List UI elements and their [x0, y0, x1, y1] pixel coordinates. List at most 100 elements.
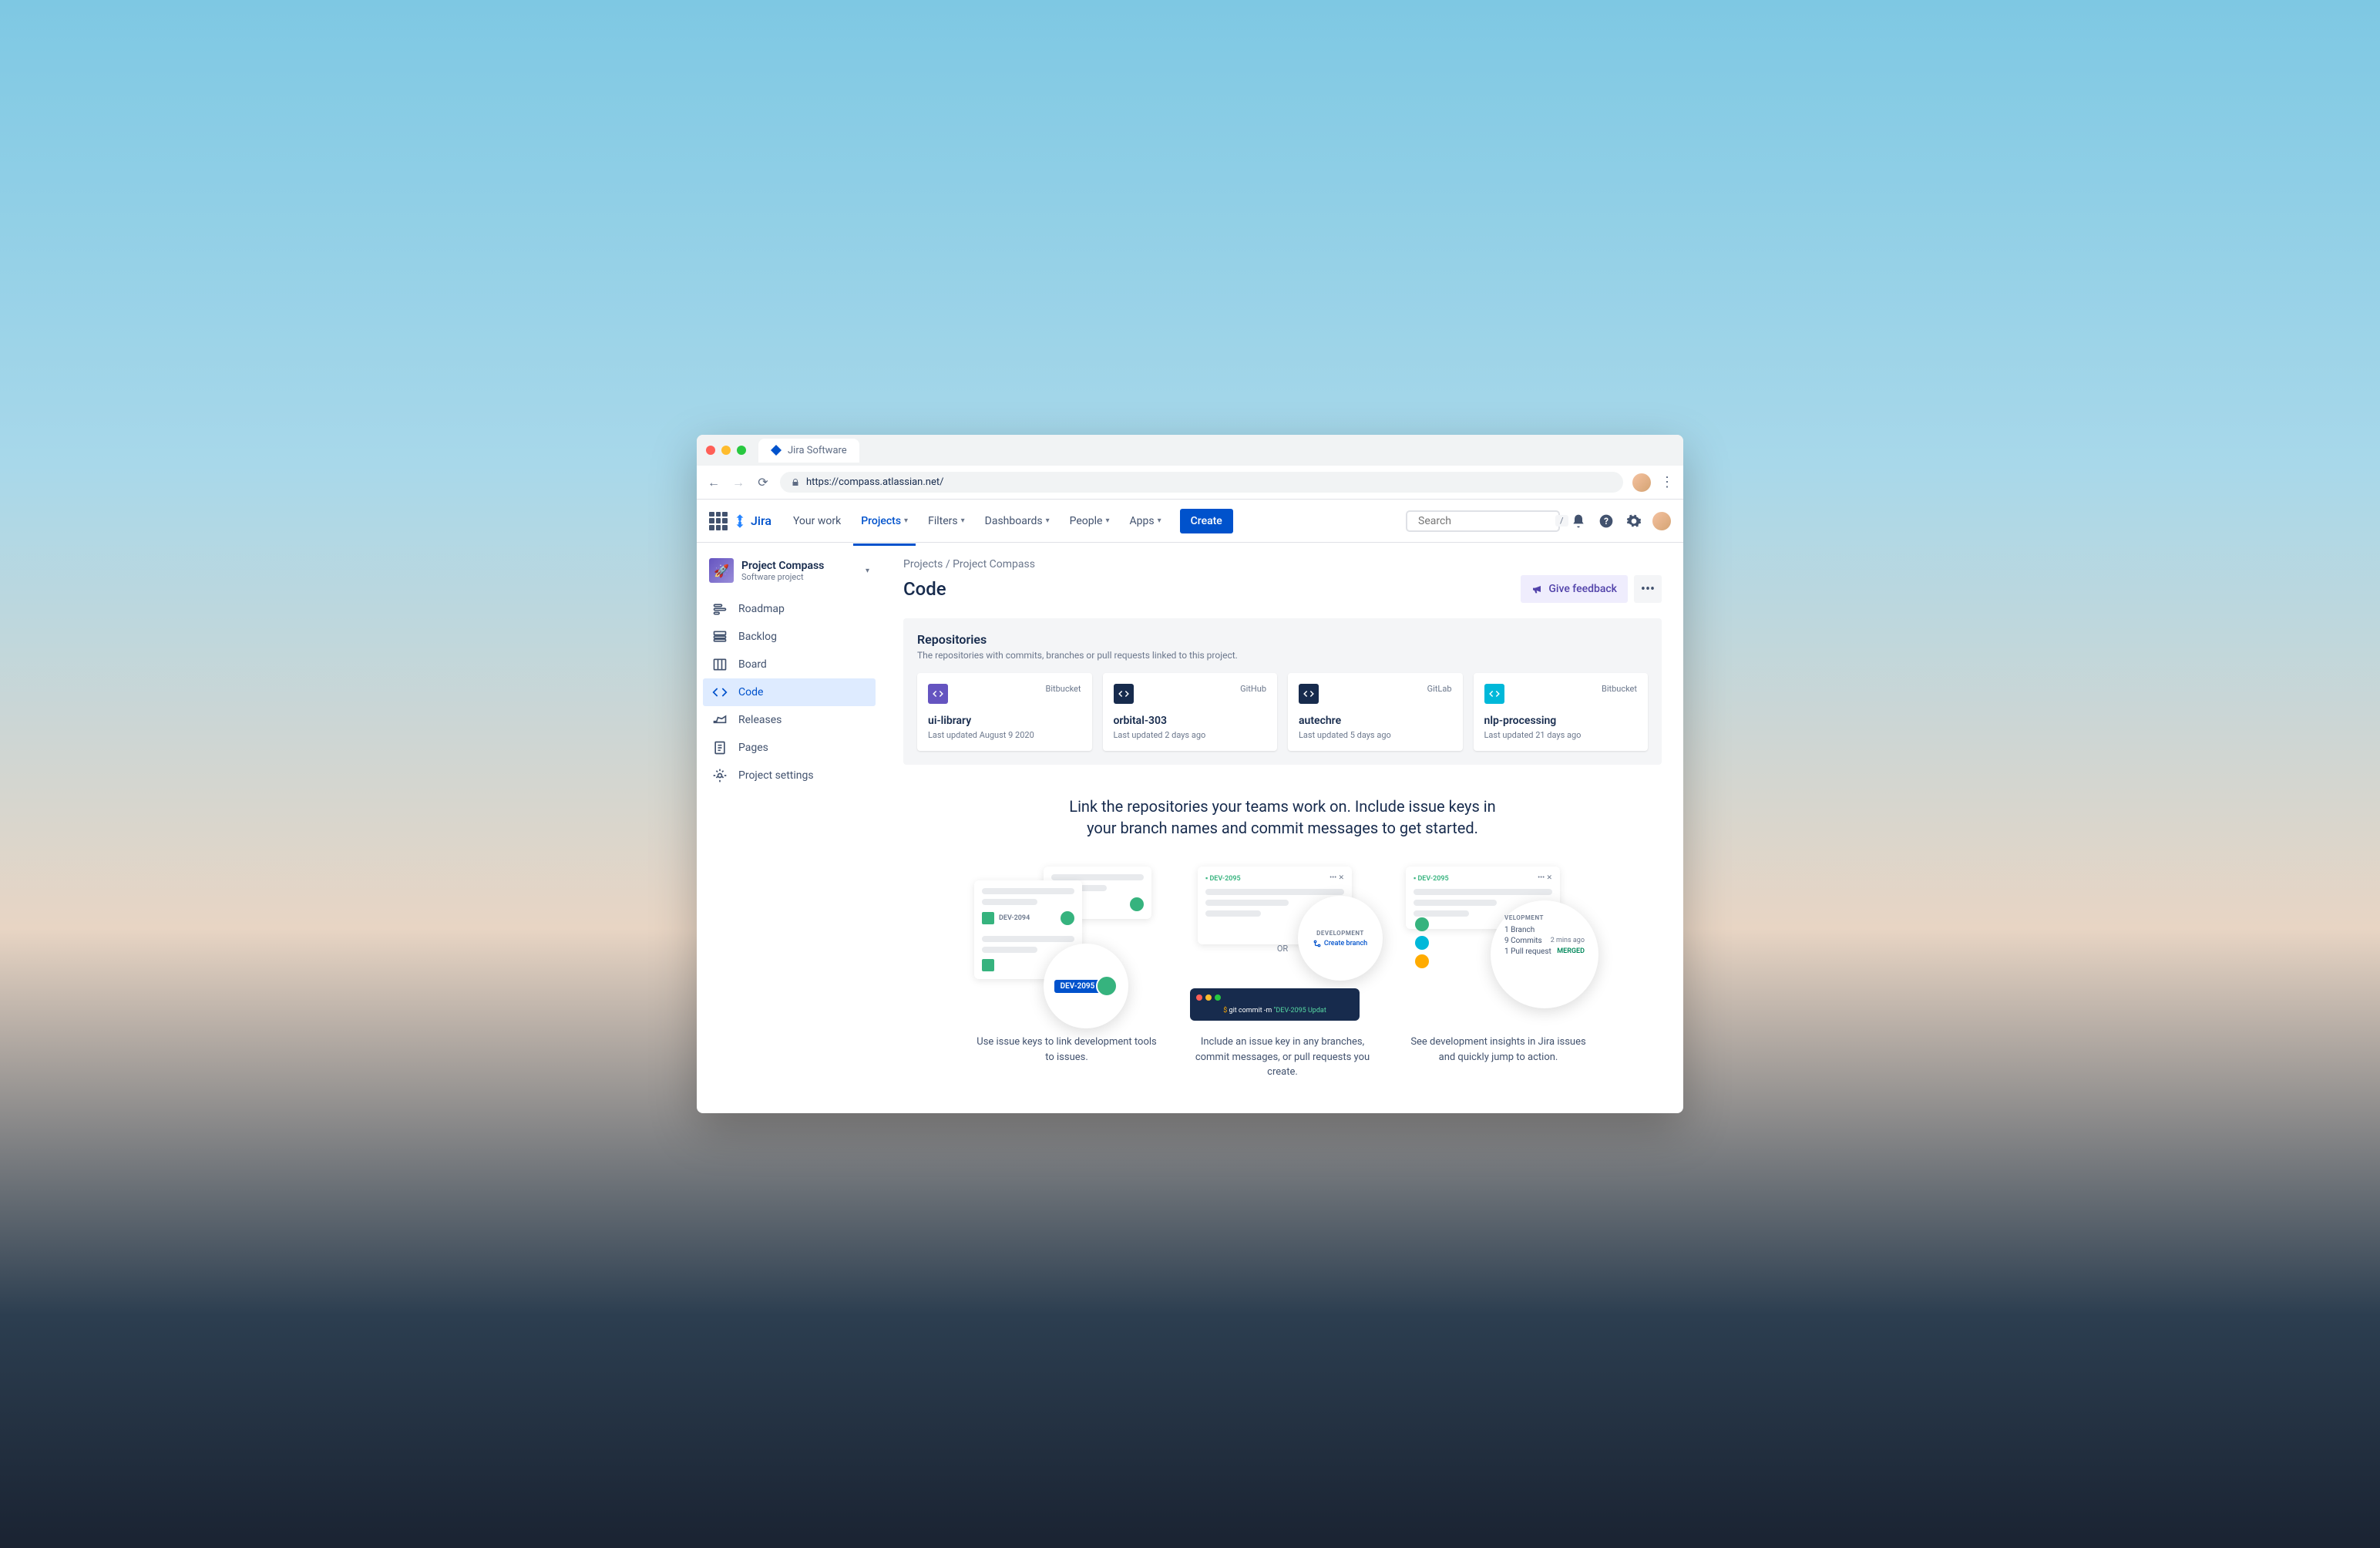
chevron-down-icon: ▾	[1105, 517, 1109, 525]
repo-card[interactable]: Bitbucket nlp-processing Last updated 21 d…	[1474, 673, 1649, 751]
jira-logo-icon	[732, 513, 748, 529]
zoom-detail: DEV-2095	[1044, 944, 1128, 1028]
sidebar-item-backlog[interactable]: Backlog	[703, 623, 876, 651]
user-avatar[interactable]	[1652, 512, 1671, 530]
browser-tab-bar: Jira Software	[697, 435, 1683, 466]
app-switcher-icon[interactable]	[709, 512, 728, 530]
repo-card[interactable]: Bitbucketui-libraryLast updated August 9…	[917, 673, 1092, 751]
sidebar-item-releases[interactable]: Releases	[703, 706, 876, 734]
more-actions-button[interactable]: •••	[1634, 575, 1662, 603]
repo-card[interactable]: GitHub orbital-303 Last updated 2 days ago	[1103, 673, 1278, 751]
page-title: Code	[903, 578, 946, 600]
jira-top-nav: Jira Your work Projects▾ Filters▾ Dashbo…	[697, 500, 1683, 543]
repo-name: ui-library	[928, 715, 1081, 727]
svg-text:?: ?	[1604, 516, 1609, 527]
repo-name: autechre	[1299, 715, 1452, 727]
main-content: Projects / Project Compass Code Give fee…	[882, 543, 1683, 1113]
sidebar-item-settings[interactable]: Project settings	[703, 762, 876, 789]
illustration-1: DEV-2094 DEV-2095 Use issue keys to link…	[974, 867, 1159, 1080]
roadmap-icon	[712, 601, 728, 617]
sidebar-item-roadmap[interactable]: Roadmap	[703, 595, 876, 623]
browser-toolbar: ← → ⟳ https://compass.atlassian.net/ ⋮	[697, 466, 1683, 500]
pages-icon	[712, 740, 728, 755]
jira-logo[interactable]: Jira	[732, 513, 771, 529]
illustration-1-text: Use issue keys to link development tools…	[974, 1035, 1159, 1065]
search-shortcut: /	[1555, 515, 1568, 527]
nav-dashboards[interactable]: Dashboards▾	[977, 509, 1057, 533]
repo-card[interactable]: GitLab autechre Last updated 5 days ago	[1288, 673, 1463, 751]
nav-people[interactable]: People▾	[1062, 509, 1118, 533]
maximize-window-icon[interactable]	[737, 446, 746, 455]
repositories-panel: Repositories The repositories with commi…	[903, 618, 1662, 765]
repo-provider: GitHub	[1240, 684, 1266, 694]
give-feedback-button[interactable]: Give feedback	[1521, 575, 1628, 603]
repo-provider: GitLab	[1427, 684, 1452, 694]
create-button[interactable]: Create	[1180, 509, 1233, 533]
product-name: Jira	[751, 513, 771, 528]
close-window-icon[interactable]	[706, 446, 715, 455]
releases-icon	[712, 712, 728, 728]
project-name: Project Compass	[741, 560, 824, 572]
help-icon[interactable]: ?	[1597, 512, 1615, 530]
repos-heading: Repositories	[917, 632, 1648, 647]
browser-tab[interactable]: Jira Software	[758, 439, 859, 463]
megaphone-icon	[1531, 583, 1544, 595]
breadcrumb-current: Project Compass	[953, 558, 1035, 570]
repo-provider-icon	[1484, 684, 1504, 704]
repo-updated: Last updated 21 days ago	[1484, 730, 1638, 740]
illustration-3: ▪ DEV-2095••• ✕ VELOPMENT 1 Branch 9 Com…	[1406, 867, 1591, 1080]
back-button[interactable]: ←	[706, 475, 721, 490]
notifications-icon[interactable]	[1569, 512, 1588, 530]
address-bar[interactable]: https://compass.atlassian.net/	[780, 472, 1623, 493]
illustration-3-text: See development insights in Jira issues …	[1406, 1035, 1591, 1065]
avatar-stack	[1415, 917, 1429, 968]
forward-button: →	[731, 475, 746, 490]
repo-provider-icon	[1114, 684, 1134, 704]
chevron-down-icon: ▾	[904, 517, 908, 525]
onboarding-illustrations: DEV-2094 DEV-2095 Use issue keys to link…	[903, 867, 1662, 1080]
repo-provider-icon	[928, 684, 948, 704]
repos-subtitle: The repositories with commits, branches …	[917, 650, 1648, 661]
browser-profile-avatar[interactable]	[1632, 473, 1651, 492]
code-icon	[712, 685, 728, 700]
search-input[interactable]	[1418, 515, 1555, 527]
jira-favicon-icon	[771, 445, 782, 456]
tab-title: Jira Software	[788, 445, 847, 456]
repo-updated: Last updated 2 days ago	[1114, 730, 1267, 740]
search-box[interactable]: /	[1406, 510, 1560, 532]
nav-filters[interactable]: Filters▾	[920, 509, 973, 533]
chevron-down-icon: ▾	[866, 567, 869, 575]
sidebar-item-code[interactable]: Code	[703, 678, 876, 706]
chevron-down-icon: ▾	[1046, 517, 1050, 525]
repo-name: nlp-processing	[1484, 715, 1638, 727]
chevron-down-icon: ▾	[1158, 517, 1161, 525]
breadcrumb-root[interactable]: Projects	[903, 558, 943, 570]
minimize-window-icon[interactable]	[721, 446, 731, 455]
illustration-2: ▪ DEV-2095••• ✕ DEVELOPMENT Create branc…	[1190, 867, 1375, 1080]
settings-icon[interactable]	[1625, 512, 1643, 530]
nav-apps[interactable]: Apps▾	[1121, 509, 1168, 533]
project-selector[interactable]: 🚀 Project Compass Software project ▾	[703, 558, 876, 595]
url-text: https://compass.atlassian.net/	[806, 476, 943, 488]
browser-window: Jira Software ← → ⟳ https://compass.atla…	[697, 435, 1683, 1113]
sidebar: 🚀 Project Compass Software project ▾ Roa…	[697, 543, 882, 1113]
chevron-down-icon: ▾	[961, 517, 965, 525]
sidebar-item-board[interactable]: Board	[703, 651, 876, 678]
hero-message: Link the repositories your teams work on…	[1059, 796, 1506, 839]
nav-your-work[interactable]: Your work	[785, 509, 849, 533]
dev-insights-detail: VELOPMENT 1 Branch 9 Commits2 mins ago 1…	[1491, 900, 1598, 1008]
terminal-illustration: $ git commit -m "DEV-2095 Updat	[1190, 988, 1360, 1021]
project-type: Software project	[741, 572, 824, 582]
repo-provider: Bitbucket	[1602, 684, 1637, 694]
sidebar-item-pages[interactable]: Pages	[703, 734, 876, 762]
nav-projects[interactable]: Projects▾	[853, 509, 916, 533]
repo-name: orbital-303	[1114, 715, 1267, 727]
repo-updated: Last updated 5 days ago	[1299, 730, 1452, 740]
create-branch-detail: DEVELOPMENT Create branch	[1298, 896, 1383, 981]
reload-button[interactable]: ⟳	[755, 475, 771, 490]
board-icon	[712, 657, 728, 672]
window-controls[interactable]	[706, 446, 746, 455]
gear-icon	[712, 768, 728, 783]
browser-menu-icon[interactable]: ⋮	[1660, 474, 1674, 490]
breadcrumb: Projects / Project Compass	[903, 558, 1662, 570]
